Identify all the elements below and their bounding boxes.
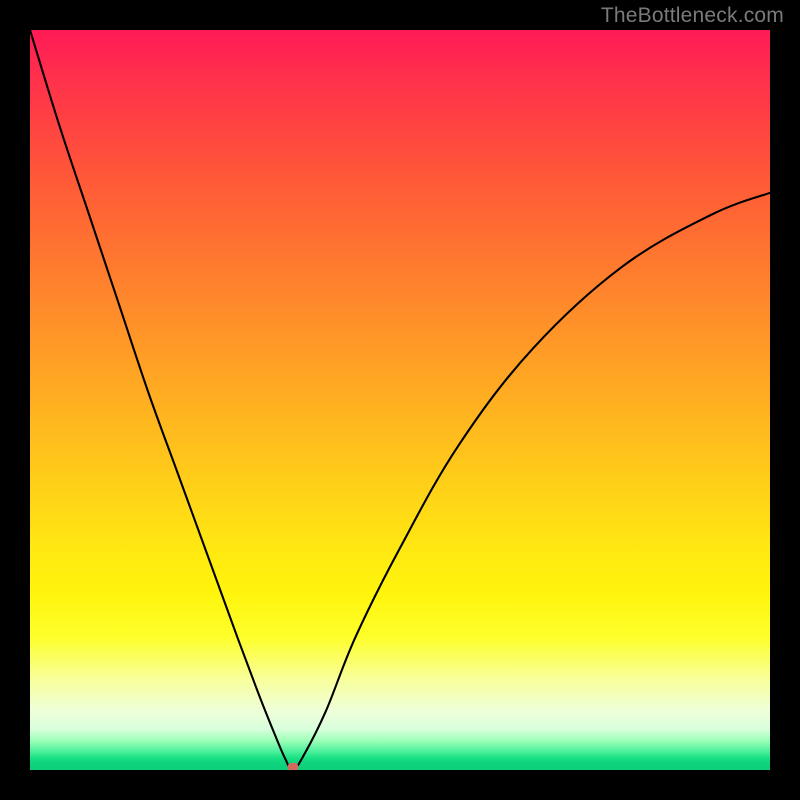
curve-minimum-marker	[287, 763, 298, 770]
chart-plot-area	[30, 30, 770, 770]
watermark-text: TheBottleneck.com	[601, 4, 784, 28]
bottleneck-curve	[30, 30, 770, 770]
curve-path	[30, 30, 770, 770]
